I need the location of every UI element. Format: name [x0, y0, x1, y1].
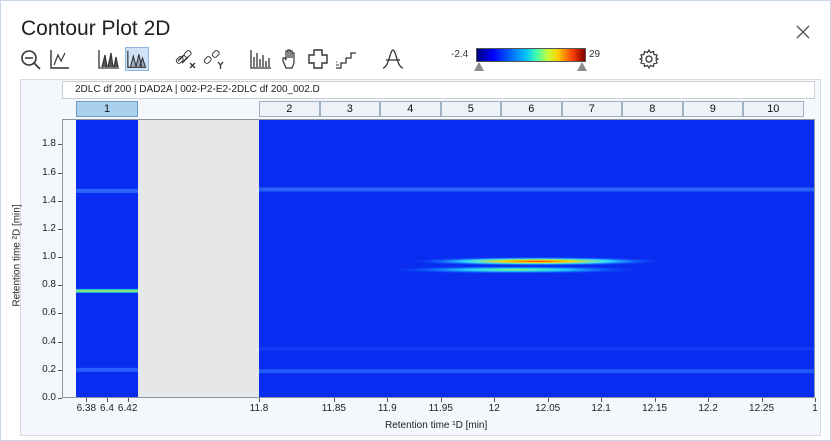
band-1-main: [76, 290, 138, 292]
band-2-upper: [259, 187, 815, 192]
x-tick-mark: [387, 398, 389, 402]
x-tick-mark: [107, 398, 108, 402]
color-scale-min: -2.4: [451, 49, 469, 60]
x-tick-mark: [259, 398, 260, 402]
color-scale-max-handle[interactable]: [577, 62, 587, 71]
y-tick-label: 1.2: [42, 222, 56, 234]
peak-icon[interactable]: [381, 47, 405, 71]
segment-gap: [138, 119, 259, 398]
x-tick-label: 12.15: [642, 403, 668, 414]
segment-tab-7[interactable]: 7: [561, 101, 622, 117]
x-tick-label: 6.42: [117, 403, 138, 414]
x-tick-mark: [86, 398, 88, 402]
y-tick-label: 1.4: [42, 194, 56, 206]
step-icon[interactable]: [334, 47, 358, 71]
x-tick-label: 11.85: [321, 403, 346, 414]
segment-tab-8[interactable]: 8: [622, 101, 683, 117]
y-tick-mark: [58, 257, 62, 259]
x-tick-mark: [708, 398, 710, 402]
y-tick-label: 0.8: [42, 279, 56, 291]
link-x-icon[interactable]: [174, 47, 198, 71]
stacked-peaks-icon[interactable]: [125, 47, 149, 71]
y-tick-label: 1.0: [42, 251, 56, 263]
x-tick-mark: [440, 398, 442, 402]
y-tick-mark: [58, 144, 62, 146]
y-axis-label: Retention time ²D [min]: [11, 204, 23, 307]
zoom-region-icon[interactable]: [306, 47, 330, 71]
window-title: Contour Plot 2D: [21, 17, 171, 40]
x-tick-mark: [815, 398, 816, 402]
overlay-peaks-icon[interactable]: [97, 47, 121, 71]
y-tick-label: 0.2: [42, 363, 56, 375]
heatmap-segment-1[interactable]: [76, 119, 138, 398]
y-tick-mark: [58, 200, 62, 202]
band-2-secondary: [381, 265, 650, 274]
y-tick-label: 1.6: [42, 166, 56, 178]
x-tick-mark: [547, 398, 549, 402]
x-tick-label: 12.1: [591, 403, 611, 414]
x-tick-label: 12.05: [535, 403, 561, 414]
pan-hand-icon[interactable]: [278, 47, 302, 71]
color-scale-max: 29: [589, 49, 601, 60]
y-tick-mark: [58, 369, 62, 371]
sample-info-bar: 2DLC df 200 | DAD2A | 002-P2-E2-2DLC df …: [62, 81, 815, 99]
segment-tab-2[interactable]: 2: [259, 101, 320, 117]
y-tick-mark: [58, 341, 62, 343]
band-2-faint: [259, 347, 815, 351]
x-tick-label: 12.2: [698, 403, 718, 414]
y-tick-label: 0.0: [42, 392, 56, 403]
y-tick-label: 1.8: [42, 138, 56, 150]
segment-tab-3[interactable]: 3: [319, 101, 380, 117]
x-tick-mark: [654, 398, 656, 402]
x-tick-label: 12.25: [749, 403, 775, 414]
band-1-lower: [76, 367, 138, 372]
gear-icon[interactable]: [637, 47, 661, 71]
x-tick-mark: [601, 398, 603, 402]
y-tick-mark: [58, 313, 62, 315]
segment-tab-1[interactable]: 1: [76, 101, 138, 117]
toolbar: -2.4 29: [19, 47, 719, 75]
x-tick-label: 12: [488, 403, 500, 414]
heatmap-background: [76, 119, 138, 398]
axis-settings-icon[interactable]: [47, 47, 71, 71]
band-1-upper: [76, 188, 138, 193]
close-icon[interactable]: [794, 23, 812, 41]
segment-tab-4[interactable]: 4: [380, 101, 441, 117]
band-2-main-peak: [406, 256, 668, 266]
y-tick-mark: [58, 398, 62, 399]
color-scale: -2.4 29: [451, 47, 601, 75]
heatmap-segment-2[interactable]: [259, 119, 815, 398]
segment-tab-5[interactable]: 5: [440, 101, 501, 117]
segment-tab-9[interactable]: 9: [682, 101, 743, 117]
segment-tab-6[interactable]: 6: [501, 101, 562, 117]
link-y-icon[interactable]: [202, 47, 226, 71]
segment-tab-10[interactable]: 10: [743, 101, 804, 117]
band-2-lower: [259, 369, 815, 374]
x-tick-label: 11.8: [249, 403, 269, 414]
x-tick-mark: [127, 398, 129, 402]
x-tick-label: 11.95: [428, 403, 453, 414]
x-tick-mark: [494, 398, 496, 402]
x-tick-mark: [761, 398, 763, 402]
bar-spectrum-icon[interactable]: [249, 47, 273, 71]
zoom-out-icon[interactable]: [19, 47, 43, 71]
y-tick-mark: [58, 228, 62, 230]
color-scale-gradient: [476, 48, 586, 62]
y-tick-mark: [58, 172, 62, 174]
y-tick-label: 0.6: [42, 307, 56, 319]
y-tick-mark: [58, 285, 62, 287]
x-tick-label: 11.9: [377, 403, 397, 414]
segment-tabs: 1 2 3 4 5 6 7 8 9 10: [0, 101, 831, 118]
y-tick-label: 0.4: [42, 335, 56, 347]
x-tick-mark: [333, 398, 335, 402]
color-scale-min-handle[interactable]: [474, 62, 484, 71]
x-tick-label: 1: [812, 403, 818, 414]
x-axis-label: Retention time ¹D [min]: [385, 420, 488, 431]
